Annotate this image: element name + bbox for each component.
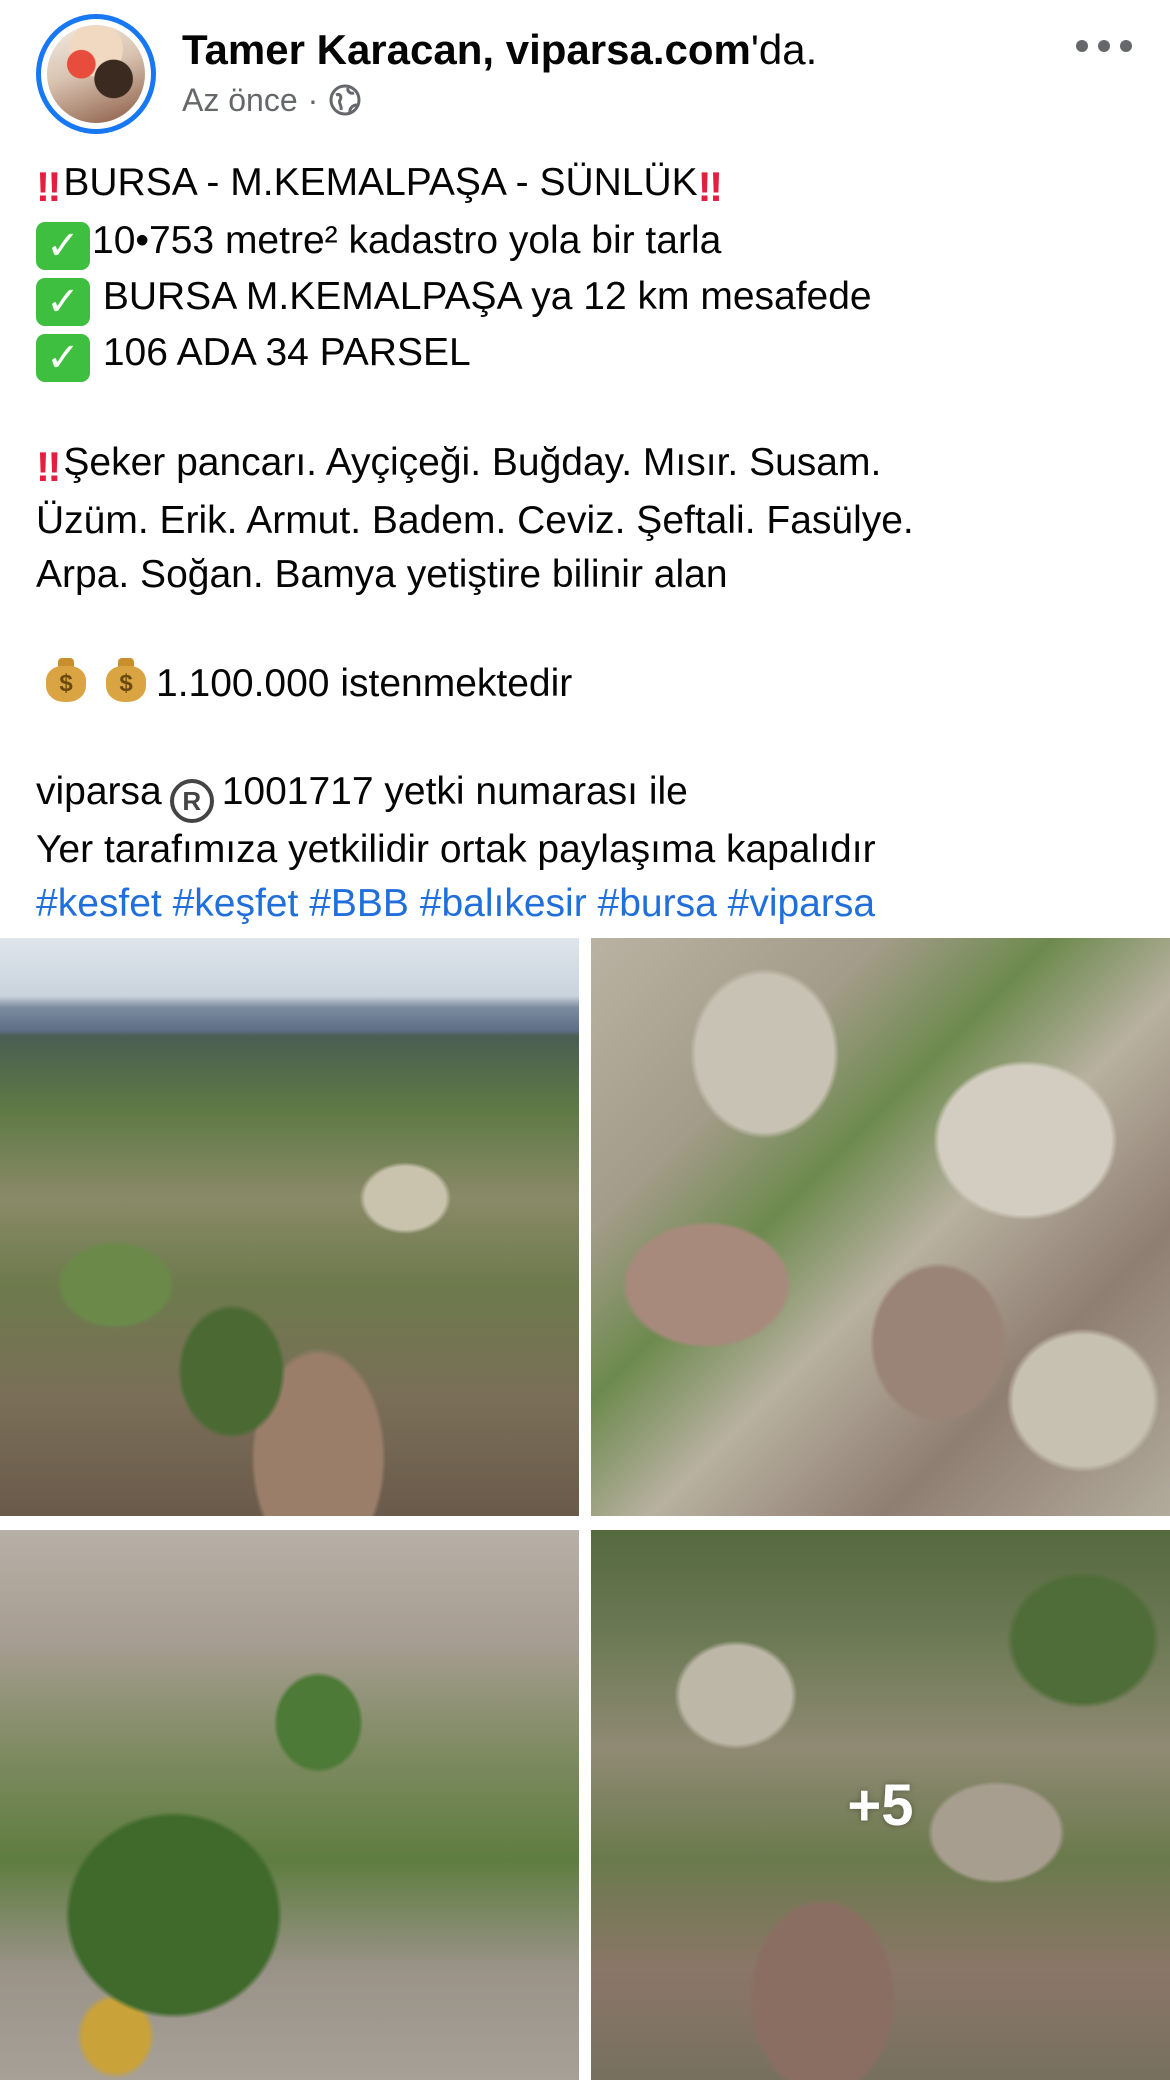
hashtag-link[interactable]: #BBB <box>309 882 409 925</box>
post-line-text: 106 ADA 34 PARSEL <box>92 331 471 374</box>
post-line: ‼ Şeker pancarı. Ayçiçeği. Buğday. Mısır.… <box>36 436 1146 494</box>
hashtag-link[interactable]: #kesfet <box>36 882 162 925</box>
author-line: Tamer Karacan, viparsa.com'da. <box>182 24 817 76</box>
post-line: ‼ BURSA - M.KEMALPAŞA - SÜNLÜK‼ <box>36 156 1146 214</box>
post-header: Tamer Karacan, viparsa.com'da. Az önce · <box>0 0 1170 140</box>
post-line-text: 10•753 metre² kadastro yola bir tarla <box>92 219 722 262</box>
post-line: Yer tarafımıza yetkilidir ortak paylaşım… <box>36 823 1146 877</box>
hashtag-link[interactable]: #keşfet <box>173 882 299 925</box>
globe-icon[interactable] <box>328 83 362 117</box>
post-meta: Az önce · <box>182 80 362 120</box>
hashtag-link[interactable]: #balıkesir <box>420 882 587 925</box>
post-photo-more[interactable]: +5 <box>591 1530 1170 2080</box>
post-line-text: Üzüm. Erik. Armut. Badem. Ceviz. Şeftali… <box>36 499 914 542</box>
registered-icon: R <box>169 779 214 823</box>
post-photo-aerial-fields[interactable] <box>0 938 579 1516</box>
post-photo-top-down-fields[interactable] <box>591 938 1170 1516</box>
post-line: $ $1.100.000 istenmektedir <box>36 656 1146 711</box>
check-mark-icon: ✓ <box>36 278 90 326</box>
timestamp[interactable]: Az önce <box>182 80 298 120</box>
author-suffix: 'da. <box>750 26 818 73</box>
more-dot <box>1076 40 1088 52</box>
post-line-text: 1001717 yetki numarası ile <box>221 770 688 813</box>
post-line: Arpa. Soğan. Bamya yetiştire bilinir ala… <box>36 548 1146 602</box>
double-exclamation-icon: ‼ <box>697 163 723 210</box>
double-exclamation-icon: ‼ <box>36 443 61 490</box>
post-line: viparsa R 1001717 yetki numarası ile <box>36 765 1146 823</box>
more-dot <box>1120 40 1132 52</box>
post-line-text: Arpa. Soğan. Bamya yetiştire bilinir ala… <box>36 553 728 596</box>
post-line-text: BURSA M.KEMALPAŞA ya 12 km mesafede <box>92 275 872 318</box>
hashtag-link[interactable]: #bursa <box>598 882 717 925</box>
post-line: ✓ 106 ADA 34 PARSEL <box>36 326 1146 382</box>
post-line-text: viparsa <box>36 770 162 813</box>
post-line: Üzüm. Erik. Armut. Badem. Ceviz. Şeftali… <box>36 494 1146 548</box>
more-dot <box>1098 40 1110 52</box>
avatar-story-ring[interactable] <box>36 14 156 134</box>
check-mark-icon: ✓ <box>36 222 90 270</box>
hashtag-link[interactable]: #viparsa <box>728 882 875 925</box>
post-photo-road-and-trees[interactable] <box>0 1530 579 2080</box>
post-line: ✓ 10•753 metre² kadastro yola bir tarla <box>36 214 1146 270</box>
double-exclamation-icon: ‼ <box>36 163 61 210</box>
post-text: ‼ BURSA - M.KEMALPAŞA - SÜNLÜK‼ ✓ 10•753 m… <box>36 156 1146 931</box>
post-line-text: 1.100.000 istenmektedir <box>156 662 573 705</box>
post-line: ✓ BURSA M.KEMALPAŞA ya 12 km mesafede <box>36 270 1146 326</box>
post-line-text: Şeker pancarı. Ayçiçeği. Buğday. Mısır. … <box>63 441 882 484</box>
hashtag-line: #kesfet #keşfet #BBB #balıkesir #bursa #… <box>36 877 1146 931</box>
meta-separator: · <box>307 82 319 118</box>
author-name[interactable]: Tamer Karacan, viparsa.com <box>182 26 751 73</box>
post-line-text: BURSA - M.KEMALPAŞA - SÜNLÜK <box>63 161 698 204</box>
more-photos-count[interactable]: +5 <box>591 1530 1170 2080</box>
money-bag-icon: $ <box>106 656 146 702</box>
money-bag-icon: $ <box>46 656 86 702</box>
avatar[interactable] <box>47 25 145 123</box>
more-options-icon[interactable] <box>1076 36 1132 56</box>
check-mark-icon: ✓ <box>36 334 90 382</box>
post-line-text: Yer tarafımıza yetkilidir ortak paylaşım… <box>36 828 876 871</box>
